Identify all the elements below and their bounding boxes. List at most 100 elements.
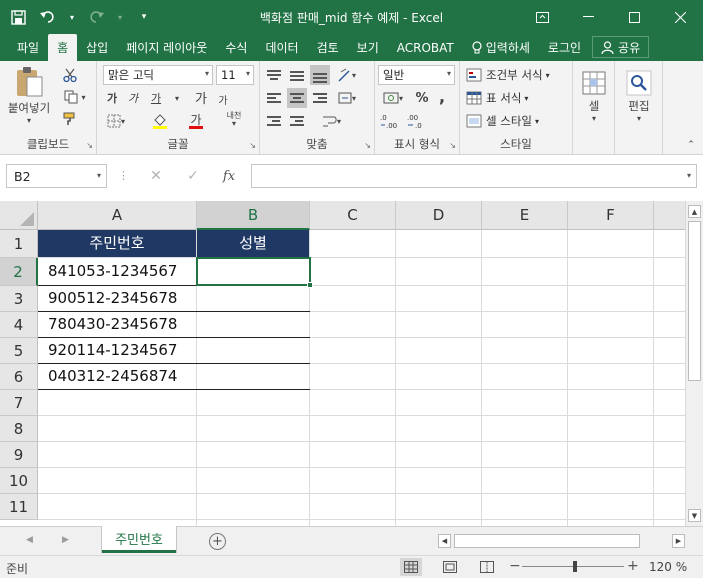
name-box[interactable]: B2 ▾ (6, 164, 107, 188)
zoom-out-icon[interactable]: − (509, 558, 521, 574)
shrink-font-button[interactable]: 가 (213, 90, 233, 108)
new-sheet-icon[interactable]: + (209, 533, 226, 550)
tab-review[interactable]: 검토 (308, 34, 348, 61)
zoom-level[interactable]: 120 % (649, 560, 687, 574)
cell-b4[interactable] (207, 312, 308, 337)
column-header-partial[interactable] (654, 201, 685, 230)
increase-indent-icon[interactable] (287, 111, 307, 131)
save-icon[interactable] (8, 7, 28, 27)
tab-acrobat[interactable]: ACROBAT (388, 34, 463, 61)
alignment-launcher-icon[interactable]: ↘ (364, 141, 371, 150)
decrease-decimal-icon[interactable]: .00.0 (405, 111, 429, 131)
page-break-preview-icon[interactable] (476, 558, 498, 576)
scroll-left-icon[interactable]: ◀ (438, 534, 451, 548)
scroll-up-icon[interactable]: ▲ (688, 205, 701, 218)
sign-in-link[interactable]: 로그인 (539, 34, 590, 61)
decrease-indent-icon[interactable] (264, 111, 284, 131)
horizontal-scroll-thumb[interactable] (454, 534, 640, 548)
cancel-entry-icon[interactable]: ✕ (141, 164, 171, 188)
row-header-8[interactable]: 8 (0, 416, 38, 442)
previous-sheet-icon[interactable]: ◀ (26, 535, 33, 545)
share-button[interactable]: 공유 (592, 36, 650, 58)
column-header-b[interactable]: B (197, 201, 310, 230)
undo-dropdown-icon[interactable]: ▾ (68, 7, 76, 27)
tab-page-layout[interactable]: 페이지 레이아웃 (117, 34, 216, 61)
grow-font-button[interactable]: 가 (191, 87, 211, 107)
copy-icon[interactable]: ▾ (60, 88, 90, 106)
minimize-icon[interactable] (565, 0, 611, 34)
column-header-a[interactable]: A (38, 201, 197, 230)
horizontal-scrollbar[interactable]: ◀ ▶ (438, 534, 685, 549)
font-size-box[interactable]: 11 ▾ (216, 65, 254, 85)
cell-a2[interactable]: 841053-1234567 (48, 258, 195, 285)
column-header-d[interactable]: D (396, 201, 482, 230)
bold-button[interactable]: 가 (103, 89, 121, 107)
scroll-down-icon[interactable]: ▼ (688, 509, 701, 522)
tab-formulas[interactable]: 수식 (216, 34, 256, 61)
insert-function-icon[interactable]: fx (214, 164, 244, 188)
phonetic-guide-button[interactable]: 내천 ▾ (221, 109, 247, 131)
align-middle-icon[interactable] (287, 65, 307, 85)
italic-button[interactable]: 가 (124, 89, 142, 107)
increase-decimal-icon[interactable]: .0.00 (378, 111, 402, 131)
undo-icon[interactable] (38, 7, 58, 27)
sheet-tab-active[interactable]: 주민번호 (102, 526, 176, 553)
column-header-c[interactable]: C (310, 201, 396, 230)
row-header-1[interactable]: 1 (0, 230, 38, 258)
font-name-box[interactable]: 맑은 고딕 ▾ (103, 65, 213, 85)
tab-data[interactable]: 데이터 (256, 34, 307, 61)
zoom-in-icon[interactable]: + (627, 558, 639, 574)
number-format-box[interactable]: 일반 ▾ (378, 65, 455, 85)
font-color-button[interactable]: 가 (181, 111, 211, 131)
underline-dropdown-icon[interactable]: ▾ (173, 89, 181, 107)
redo-dropdown-icon[interactable]: ▾ (116, 7, 124, 27)
editing-button[interactable]: 편집 ▾ (620, 65, 658, 127)
redo-icon[interactable] (86, 7, 106, 27)
cell-styles-button[interactable]: 셀 스타일 ▾ (466, 111, 566, 131)
align-center-icon[interactable] (287, 88, 307, 108)
font-launcher-icon[interactable]: ↘ (249, 141, 256, 150)
zoom-slider-knob[interactable] (573, 561, 577, 572)
row-header-10[interactable]: 10 (0, 468, 38, 494)
cell-b5[interactable] (207, 338, 308, 363)
cell-a6[interactable]: 040312-2456874 (48, 364, 195, 389)
cell-a3[interactable]: 900512-2345678 (48, 286, 195, 311)
cells-button[interactable]: 셀 ▾ (576, 65, 612, 127)
merge-center-icon[interactable]: ▾ (334, 88, 360, 108)
row-header-7[interactable]: 7 (0, 390, 38, 416)
format-as-table-button[interactable]: 표 서식 ▾ (466, 88, 556, 108)
row-header-5[interactable]: 5 (0, 338, 38, 364)
tab-home[interactable]: 홈 (48, 34, 78, 61)
formula-input[interactable]: ▾ (251, 164, 697, 188)
wrap-text-icon[interactable]: ▾ (316, 111, 346, 131)
cell-a4[interactable]: 780430-2345678 (48, 312, 195, 337)
align-right-icon[interactable] (310, 88, 330, 108)
vertical-scrollbar[interactable]: ▲ ▼ (685, 201, 703, 526)
row-header-9[interactable]: 9 (0, 442, 38, 468)
cell-b6[interactable] (207, 364, 308, 389)
row-header-6[interactable]: 6 (0, 364, 38, 390)
tell-me-search[interactable]: 입력하세 (463, 34, 539, 61)
row-header-2[interactable]: 2 (0, 258, 38, 286)
tab-file[interactable]: 파일 (8, 34, 48, 61)
header-cell-b1[interactable]: 성별 (197, 230, 309, 257)
underline-button[interactable]: 가 (145, 89, 167, 107)
fill-handle[interactable] (307, 282, 313, 288)
confirm-entry-icon[interactable]: ✓ (178, 164, 208, 188)
normal-view-icon[interactable] (400, 558, 422, 576)
borders-icon[interactable]: ▾ (103, 112, 129, 130)
customize-qat-icon[interactable]: ▾ (134, 7, 154, 27)
row-header-3[interactable]: 3 (0, 286, 38, 312)
cut-icon[interactable] (60, 66, 80, 84)
paste-button[interactable]: 붙여넣기 ▾ (6, 65, 52, 125)
page-layout-view-icon[interactable] (439, 558, 461, 576)
align-left-icon[interactable] (264, 88, 284, 108)
clipboard-launcher-icon[interactable]: ↘ (86, 141, 93, 150)
maximize-icon[interactable] (611, 0, 657, 34)
number-launcher-icon[interactable]: ↘ (449, 141, 456, 150)
collapse-ribbon-icon[interactable]: ⌃ (684, 139, 698, 151)
format-painter-icon[interactable] (60, 110, 80, 128)
tab-insert[interactable]: 삽입 (77, 34, 117, 61)
close-icon[interactable] (657, 0, 703, 34)
fill-color-icon[interactable] (145, 111, 175, 131)
